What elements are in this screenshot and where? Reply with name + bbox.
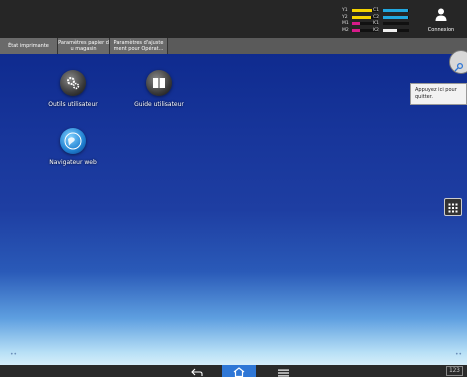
toner-label: C2 bbox=[373, 14, 380, 20]
tab-printer-status[interactable]: État imprimante bbox=[0, 38, 58, 54]
toner-label: M1 bbox=[342, 21, 349, 26]
key-icon bbox=[454, 57, 464, 76]
toner-label: Y1 bbox=[342, 8, 348, 13]
home-icon bbox=[233, 362, 245, 377]
toner-bar bbox=[352, 28, 360, 32]
counter-button[interactable]: 123 bbox=[446, 366, 463, 376]
user-icon bbox=[434, 6, 448, 25]
home-button[interactable] bbox=[222, 365, 256, 377]
globe-icon bbox=[60, 128, 86, 154]
toner-row: C1 bbox=[373, 8, 409, 13]
home-desktop: Outils utilisateur Guide utilisateur Nav… bbox=[0, 54, 467, 365]
tab-adjustment-settings[interactable]: Paramètres d'ajuste ment pour Opérat... bbox=[110, 38, 168, 54]
gear-icon bbox=[60, 70, 86, 96]
book-icon bbox=[146, 70, 172, 96]
app-label: Guide utilisateur bbox=[134, 101, 184, 108]
menu-button[interactable] bbox=[272, 365, 294, 377]
quit-corner-button[interactable] bbox=[449, 50, 467, 74]
app-user-tools[interactable]: Outils utilisateur bbox=[33, 70, 113, 108]
toner-row: K2 bbox=[373, 28, 409, 33]
toner-label: K1 bbox=[373, 21, 379, 26]
toner-label: M2 bbox=[342, 27, 349, 33]
keypad-button[interactable] bbox=[444, 198, 462, 216]
login-button[interactable]: Connexion bbox=[418, 6, 464, 36]
grid-icon bbox=[448, 198, 458, 217]
back-button[interactable] bbox=[186, 365, 208, 377]
tab-label: Paramètres papier d u magasin bbox=[58, 40, 109, 52]
status-bar: Y1 Y2 M1 M2 C1 C2 K1 K2 Connexion bbox=[0, 0, 467, 38]
scroll-dots-left: •• bbox=[10, 351, 18, 358]
toner-row: K1 bbox=[373, 21, 409, 26]
toner-bar bbox=[352, 15, 371, 19]
toner-label: Y2 bbox=[342, 14, 348, 20]
tab-tray-paper-settings[interactable]: Paramètres papier d u magasin bbox=[58, 38, 110, 54]
app-user-guide[interactable]: Guide utilisateur bbox=[119, 70, 199, 108]
toner-label: C1 bbox=[373, 8, 380, 13]
tab-label: État imprimante bbox=[8, 43, 49, 49]
toner-bar bbox=[383, 9, 408, 12]
toner-levels-right: C1 C2 K1 K2 bbox=[373, 8, 409, 34]
toner-bar bbox=[352, 9, 372, 12]
app-label: Outils utilisateur bbox=[48, 101, 98, 108]
tab-label: Paramètres d'ajuste ment pour Opérat... bbox=[113, 40, 164, 52]
app-web-browser[interactable]: Navigateur web bbox=[33, 128, 113, 166]
back-arrow-icon bbox=[191, 362, 203, 377]
login-label: Connexion bbox=[427, 27, 455, 33]
toner-bar bbox=[383, 28, 398, 32]
toner-row: C2 bbox=[373, 15, 409, 20]
menu-icon bbox=[277, 362, 289, 377]
toner-label: K2 bbox=[373, 27, 379, 33]
app-label: Navigateur web bbox=[49, 159, 97, 166]
tab-bar: État imprimante Paramètres papier d u ma… bbox=[0, 38, 467, 54]
quit-tooltip: Appuyez ici pour quitter. bbox=[410, 83, 467, 105]
toner-bar bbox=[383, 15, 408, 19]
toner-bar bbox=[352, 22, 360, 25]
scroll-dots-right: •• bbox=[455, 351, 463, 358]
navigation-bar: 123 bbox=[0, 365, 467, 377]
